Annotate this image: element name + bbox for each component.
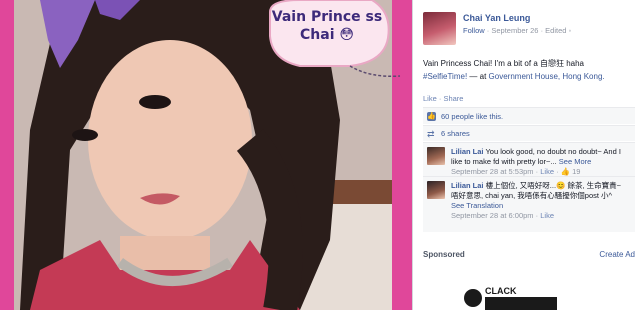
comment-date[interactable]: September 28 at 5:53pm [451, 167, 534, 176]
shares-summary: ⇄ 6 shares [423, 125, 635, 141]
see-translation-link[interactable]: See Translation [451, 201, 503, 210]
like-link[interactable]: Like [423, 94, 437, 103]
commenter-name[interactable]: Lilian Lai [451, 181, 484, 190]
sponsored-header: Sponsored Create Ad [423, 250, 635, 259]
commenter-name[interactable]: Lilian Lai [451, 147, 484, 156]
commenter-avatar[interactable] [427, 147, 445, 165]
post-meta: Follow · September 26 · Edited ◦ [463, 26, 572, 35]
sponsored-label: Sponsored [423, 250, 465, 259]
likes-count-link[interactable]: 60 people like this. [441, 112, 503, 121]
location-link[interactable]: Government House, Hong Kong. [489, 72, 605, 81]
globe-icon: ◦ [568, 26, 572, 35]
comment-likes-count[interactable]: 19 [572, 167, 580, 176]
post-sidebar: Chai Yan Leung Follow · September 26 · E… [412, 0, 640, 310]
post-actions: Like · Share [423, 94, 464, 103]
comment: Lilian Lai 樓上個位, 又唔好呀...😊 餘茶, 生命寶貴~ 唔好意思… [423, 176, 635, 232]
post-text: Vain Princess Chai! I'm a bit of a 自戀狂 h… [423, 59, 585, 68]
comment-text-line2: 唔好意思, chai yan, 我唔係有心騷擾你個post 小^ [451, 191, 613, 200]
comment-like-icon: 👍 [560, 167, 571, 176]
share-link[interactable]: Share [443, 94, 463, 103]
comment-like-link[interactable]: Like [540, 211, 554, 220]
commenter-avatar[interactable] [427, 181, 445, 199]
likes-summary: 👍 60 people like this. [423, 107, 635, 124]
post-body: Vain Princess Chai! I'm a bit of a 自戀狂 h… [423, 57, 635, 83]
comment-date[interactable]: September 28 at 6:00pm [451, 211, 534, 220]
thumbs-up-icon: 👍 [427, 111, 436, 121]
author-avatar[interactable] [423, 12, 456, 45]
ad-brand-text: CLACK [485, 286, 517, 296]
post-header: Chai Yan Leung Follow · September 26 · E… [423, 12, 571, 45]
shares-count-link[interactable]: 6 shares [441, 129, 470, 138]
location-prefix: — at [469, 72, 487, 81]
create-ad-link[interactable]: Create Ad [599, 250, 635, 259]
author-name[interactable]: Chai Yan Leung [463, 12, 571, 24]
selfie-photo[interactable]: Vain Prince ss Chai 😳 [0, 0, 412, 310]
hashtag-link[interactable]: #SelfieTime! [423, 72, 467, 81]
comment-like-link[interactable]: Like [540, 167, 554, 176]
share-icon: ⇄ [427, 128, 435, 139]
follow-link[interactable]: Follow [463, 26, 485, 35]
sponsored-ad-image[interactable]: CLACK [461, 282, 581, 310]
see-more-link[interactable]: See More [559, 157, 592, 166]
sticker-caption: Vain Prince ss Chai 😳 [268, 0, 386, 74]
edited-label[interactable]: Edited [545, 26, 566, 35]
sticker-text: Vain Prince ss Chai 😳 [271, 9, 383, 43]
comment-text: 樓上個位, 又唔好呀...😊 餘茶, 生命寶貴~ [485, 181, 621, 190]
post-date[interactable]: September 26 [491, 26, 538, 35]
comment: Lilian Lai You look good, no doubt no do… [423, 142, 635, 176]
